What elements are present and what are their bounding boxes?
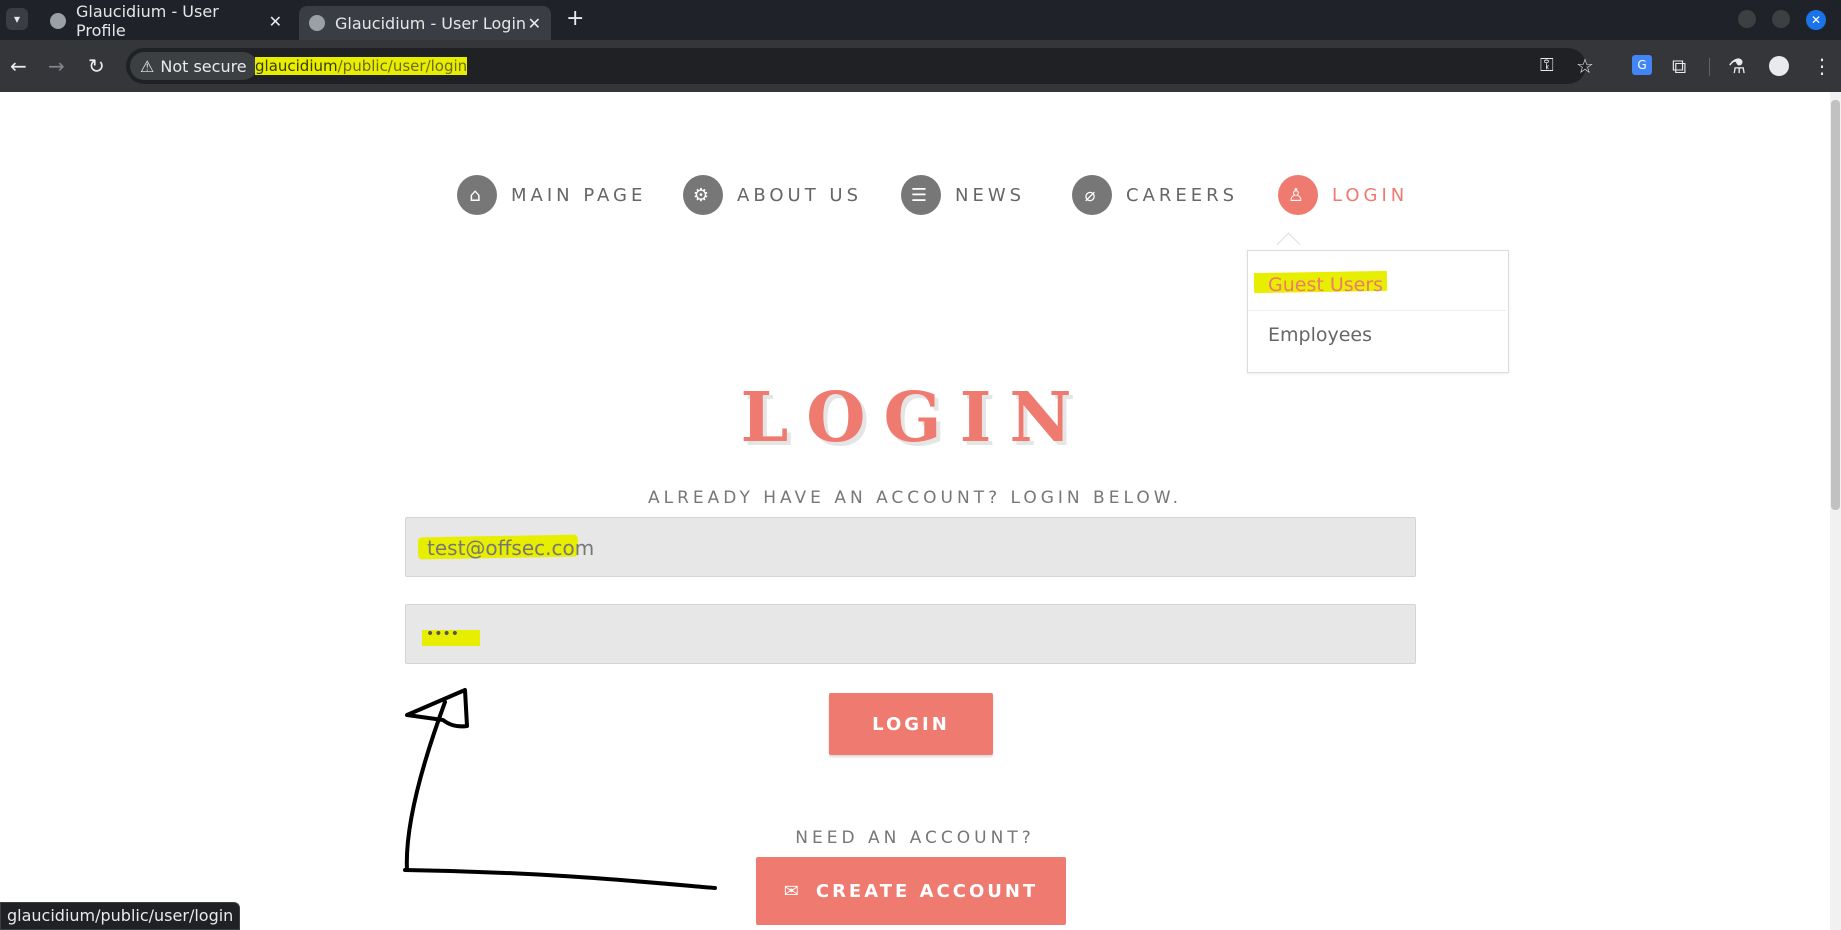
login-subtitle: ALREADY HAVE AN ACCOUNT? LOGIN BELOW. [648, 488, 1182, 508]
close-icon[interactable]: ✕ [269, 12, 282, 31]
user-icon: ♙ [1278, 175, 1318, 215]
url-host: glaucidium [255, 57, 338, 75]
create-account-button[interactable]: ✉ CREATE ACCOUNT [756, 857, 1066, 925]
labs-icon[interactable]: ⚗ [1728, 54, 1746, 78]
nav-label: MAIN PAGE [511, 184, 647, 206]
scrollbar-thumb[interactable] [1831, 100, 1840, 510]
new-tab-button[interactable]: + [566, 6, 584, 31]
nav-about-us[interactable]: ⚙ ABOUT US [683, 174, 862, 216]
tab-title: Glaucidium - User Profile [76, 2, 219, 40]
tab-title: Glaucidium - User Login [335, 13, 527, 33]
nav-main-page[interactable]: ⌂ MAIN PAGE [457, 174, 646, 216]
need-account-text: NEED AN ACCOUNT? [795, 828, 1035, 848]
tab-user-login[interactable]: Glaucidium - User Login ✕ [299, 6, 551, 40]
security-label: Not secure [160, 56, 247, 76]
home-icon: ⌂ [457, 175, 497, 215]
nav-careers[interactable]: ⌀ CAREERS [1072, 174, 1238, 216]
window-maximize-button[interactable] [1772, 10, 1790, 28]
forward-icon[interactable]: → [48, 54, 65, 78]
window-minimize-button[interactable] [1738, 10, 1756, 28]
menu-icon[interactable]: ⋮ [1812, 54, 1832, 78]
page-body [0, 92, 1830, 930]
extensions-icon[interactable]: ⧉ [1672, 54, 1686, 78]
newspaper-icon: ☰ [901, 175, 941, 215]
password-field[interactable] [405, 604, 1416, 664]
gear-icon: ⚙ [683, 175, 723, 215]
login-dropdown [1247, 250, 1509, 373]
login-button[interactable]: LOGIN [829, 693, 993, 755]
nav-label: LOGIN [1332, 184, 1409, 206]
key-icon[interactable]: ⚿ [1540, 54, 1554, 78]
back-icon[interactable]: ← [10, 54, 27, 78]
status-bar: glaucidium/public/user/login [0, 902, 241, 930]
page-title: LOGIN [740, 378, 1090, 458]
nav-news[interactable]: ☰ NEWS [901, 174, 1025, 216]
email-value: test@offsec.com [427, 536, 595, 560]
tab-user-profile[interactable]: Glaucidium - User Profile ✕ [40, 2, 292, 40]
star-icon[interactable]: ☆ [1576, 54, 1594, 78]
nav-login[interactable]: ♙ LOGIN [1278, 174, 1408, 216]
toolbar-divider [1709, 58, 1710, 76]
security-chip[interactable]: ⚠ Not secure [130, 52, 257, 80]
translate-icon[interactable]: G [1632, 55, 1652, 75]
paperclip-icon: ⌀ [1072, 175, 1112, 215]
nav-label: ABOUT US [737, 184, 863, 206]
url-text[interactable]: glaucidium/public/user/login [255, 55, 468, 77]
globe-icon [50, 13, 66, 29]
envelope-icon: ✉ [783, 880, 802, 902]
tab-search-button[interactable]: ▾ [6, 8, 28, 30]
url-path: /public/user/login [337, 57, 468, 75]
nav-label: NEWS [955, 184, 1026, 206]
warning-icon: ⚠ [140, 56, 155, 76]
arrow-annotation [403, 688, 717, 890]
window-close-button[interactable]: ✕ [1806, 10, 1826, 30]
dropdown-item-employees[interactable]: Employees [1268, 324, 1372, 346]
create-account-label: CREATE ACCOUNT [815, 880, 1039, 902]
password-value: •••• [426, 626, 460, 642]
close-icon[interactable]: ✕ [528, 14, 541, 33]
dropdown-item-guest-users[interactable]: Guest Users [1268, 274, 1383, 296]
dropdown-divider [1248, 310, 1506, 311]
globe-icon [309, 15, 325, 31]
reload-icon[interactable]: ↻ [88, 54, 105, 78]
profile-icon[interactable] [1769, 56, 1789, 76]
nav-label: CAREERS [1126, 184, 1239, 206]
